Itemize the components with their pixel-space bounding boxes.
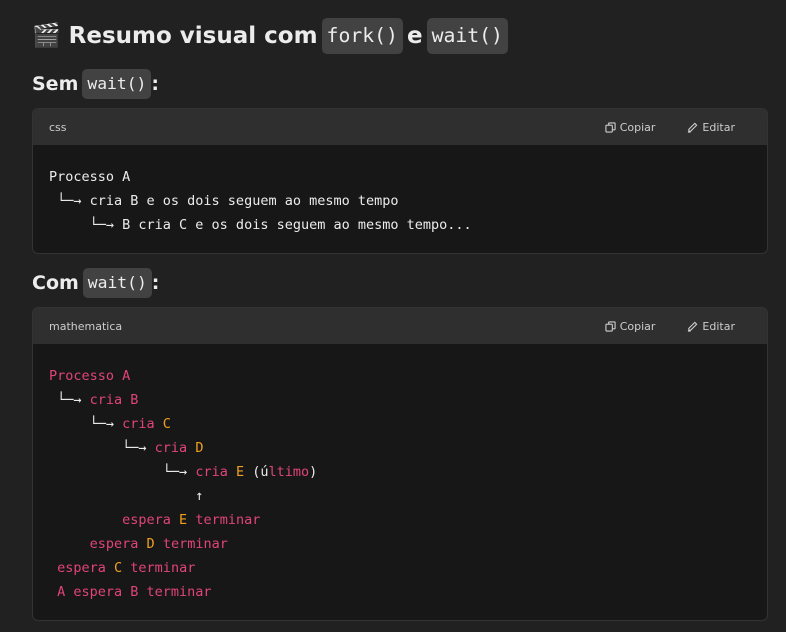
section-label: Sem: [32, 73, 79, 95]
copy-icon: [605, 121, 616, 133]
code-actions: Copiar Editar: [605, 320, 751, 333]
edit-label: Editar: [702, 319, 735, 333]
code-content: Processo A └─→ cria B e os dois seguem a…: [33, 145, 767, 253]
pencil-icon: [688, 122, 698, 133]
code-language-label: css: [49, 120, 67, 134]
code-token: terminar: [154, 536, 228, 552]
code-line: ↑: [49, 488, 203, 504]
summary-heading: 🎬 Resumo visual com fork() e wait(): [32, 18, 512, 54]
code-token: └─→: [49, 464, 196, 480]
inline-code-fork: fork(): [321, 18, 403, 54]
code-actions: Copiar Editar: [605, 121, 751, 134]
code-token: espera: [49, 536, 147, 552]
code-token: cria B: [89, 392, 139, 408]
copy-icon: [605, 320, 616, 332]
code-token: ltimo: [268, 464, 310, 480]
pencil-icon: [688, 321, 698, 332]
code-token: D: [195, 440, 204, 456]
code-block-without-wait: css Copiar Editar Processo A └─→ cria B …: [32, 108, 768, 254]
clapperboard-icon: 🎬: [32, 23, 61, 49]
section-heading-without-wait: Sem wait() :: [32, 69, 159, 99]
code-token: ): [309, 464, 318, 480]
code-line: └─→ cria D: [49, 440, 203, 456]
edit-code-button[interactable]: Editar: [687, 121, 735, 134]
edit-code-button[interactable]: Editar: [687, 320, 735, 333]
code-line: A espera B terminar: [49, 584, 212, 600]
code-token: └─→: [49, 440, 155, 456]
code-token: C: [114, 560, 123, 576]
code-token: └─→: [49, 416, 123, 432]
code-block-header: css Copiar Editar: [33, 109, 767, 145]
copy-label: Copiar: [619, 120, 656, 134]
section-suffix: :: [151, 73, 159, 95]
copy-code-button[interactable]: Copiar: [605, 120, 656, 134]
code-line: espera C terminar: [49, 560, 195, 576]
inline-code-wait: wait(): [426, 18, 508, 54]
code-token: cria: [122, 416, 163, 432]
code-line: espera D terminar: [49, 536, 228, 552]
code-line: Processo A: [49, 368, 130, 384]
code-token: (ú: [244, 464, 269, 480]
code-token: terminar: [187, 512, 261, 528]
code-token: D: [146, 536, 155, 552]
code-block-header: mathematica Copiar Editar: [33, 308, 767, 344]
code-language-label: mathematica: [49, 319, 123, 333]
code-line: Processo A: [49, 169, 131, 185]
heading-text: Resumo visual com: [68, 23, 318, 49]
heading-connector: e: [406, 23, 423, 49]
copy-code-button[interactable]: Copiar: [605, 319, 656, 333]
code-token: espera: [49, 560, 115, 576]
code-line: └─→ cria E (último): [49, 464, 317, 480]
code-token: └─→: [49, 392, 90, 408]
code-token: Processo A: [49, 368, 131, 384]
code-line: espera E terminar: [49, 512, 260, 528]
code-line: └─→ B cria C e os dois seguem ao mesmo t…: [49, 217, 472, 233]
code-line: └─→ cria B: [49, 392, 138, 408]
code-token: cria: [154, 440, 196, 456]
code-token: terminar: [122, 560, 196, 576]
code-token: C: [162, 416, 171, 432]
code-token: A espera B terminar: [49, 584, 212, 600]
edit-label: Editar: [702, 120, 735, 134]
code-token: espera: [49, 512, 180, 528]
code-token: E: [235, 464, 245, 480]
inline-code-wait: wait(): [82, 268, 152, 298]
code-token: E: [179, 512, 188, 528]
section-label: Com: [32, 272, 79, 294]
section-suffix: :: [151, 272, 160, 294]
code-token: cria: [195, 464, 236, 480]
copy-label: Copiar: [619, 319, 656, 333]
code-line: └─→ cria C: [49, 416, 171, 432]
code-token: ↑: [49, 488, 204, 504]
code-content: Processo A └─→ cria B └─→ cria C └─→ cri…: [33, 344, 767, 620]
code-line: └─→ cria B e os dois seguem ao mesmo tem…: [49, 193, 399, 209]
section-heading-with-wait: Com wait() :: [32, 268, 159, 298]
code-block-with-wait: mathematica Copiar Editar Processo A └─→…: [32, 307, 768, 621]
inline-code-wait: wait(): [82, 69, 152, 99]
